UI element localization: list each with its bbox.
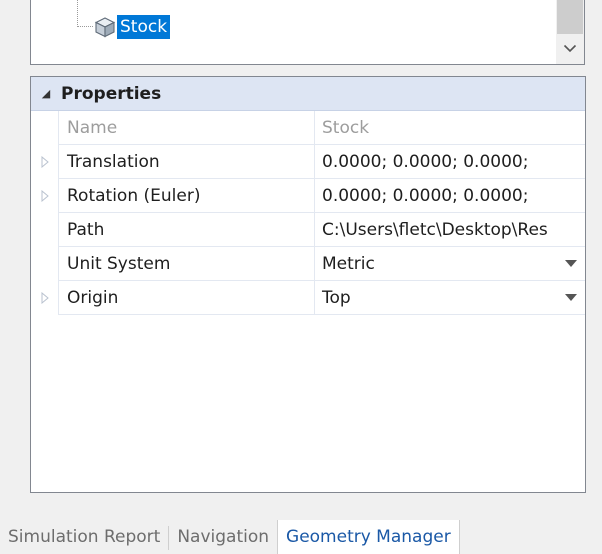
- row-gutter[interactable]: [31, 179, 59, 213]
- property-name: Origin: [59, 281, 315, 314]
- property-value[interactable]: C:\Users\fletc\Desktop\Res: [315, 213, 585, 246]
- bottom-tab-bar: Simulation Report Navigation Geometry Ma…: [0, 520, 602, 554]
- property-row-origin[interactable]: Origin Top: [31, 281, 585, 315]
- property-name: Path: [59, 213, 315, 246]
- chevron-down-icon: [563, 44, 577, 52]
- property-row-translation[interactable]: Translation 0.0000; 0.0000; 0.0000;: [31, 145, 585, 179]
- property-name: Name: [59, 111, 315, 144]
- property-grid: Name Stock Translation 0.0000; 0.0000; 0…: [31, 111, 585, 315]
- tree-connector-line: [77, 0, 93, 27]
- property-row-path[interactable]: Path C:\Users\fletc\Desktop\Res: [31, 213, 585, 247]
- tree-vertical-scrollbar[interactable]: [556, 0, 584, 64]
- property-row-unit-system[interactable]: Unit System Metric: [31, 247, 585, 281]
- collapse-triangle-icon[interactable]: ◢: [31, 77, 61, 111]
- property-value[interactable]: 0.0000; 0.0000; 0.0000;: [315, 145, 585, 178]
- tab-geometry-manager[interactable]: Geometry Manager: [277, 520, 460, 554]
- row-gutter[interactable]: [31, 281, 59, 315]
- geometry-tree[interactable]: Stock: [30, 0, 585, 65]
- property-name: Translation: [59, 145, 315, 178]
- tab-navigation[interactable]: Navigation: [169, 520, 277, 554]
- properties-title: Properties: [61, 83, 162, 104]
- properties-header[interactable]: ◢ Properties: [31, 77, 585, 111]
- row-gutter[interactable]: [31, 145, 59, 179]
- tree-node-label[interactable]: Stock: [117, 15, 171, 39]
- property-row-name[interactable]: Name Stock: [31, 111, 585, 145]
- expand-arrow-icon[interactable]: [40, 292, 50, 304]
- property-value[interactable]: Stock: [315, 111, 585, 144]
- expand-arrow-icon[interactable]: [40, 156, 50, 168]
- row-gutter: [31, 213, 59, 247]
- properties-panel: ◢ Properties Name Stock Translation 0.00…: [30, 76, 586, 493]
- dropdown-value: Top: [322, 288, 351, 308]
- expand-arrow-icon[interactable]: [40, 190, 50, 202]
- dropdown-arrow-icon[interactable]: [565, 294, 577, 301]
- property-value[interactable]: 0.0000; 0.0000; 0.0000;: [315, 179, 585, 212]
- property-name: Rotation (Euler): [59, 179, 315, 212]
- row-gutter: [31, 111, 59, 145]
- tree-node-stock[interactable]: Stock: [93, 13, 171, 41]
- scroll-down-button[interactable]: [556, 34, 584, 62]
- stock-cube-icon: [94, 17, 116, 38]
- dropdown-value: Metric: [322, 254, 375, 274]
- scrollbar-thumb[interactable]: [557, 0, 583, 34]
- property-name: Unit System: [59, 247, 315, 280]
- tab-simulation-report[interactable]: Simulation Report: [0, 520, 168, 554]
- unit-system-dropdown[interactable]: Metric: [315, 247, 585, 280]
- property-row-rotation[interactable]: Rotation (Euler) 0.0000; 0.0000; 0.0000;: [31, 179, 585, 213]
- dropdown-arrow-icon[interactable]: [565, 260, 577, 267]
- origin-dropdown[interactable]: Top: [315, 281, 585, 314]
- row-gutter: [31, 247, 59, 281]
